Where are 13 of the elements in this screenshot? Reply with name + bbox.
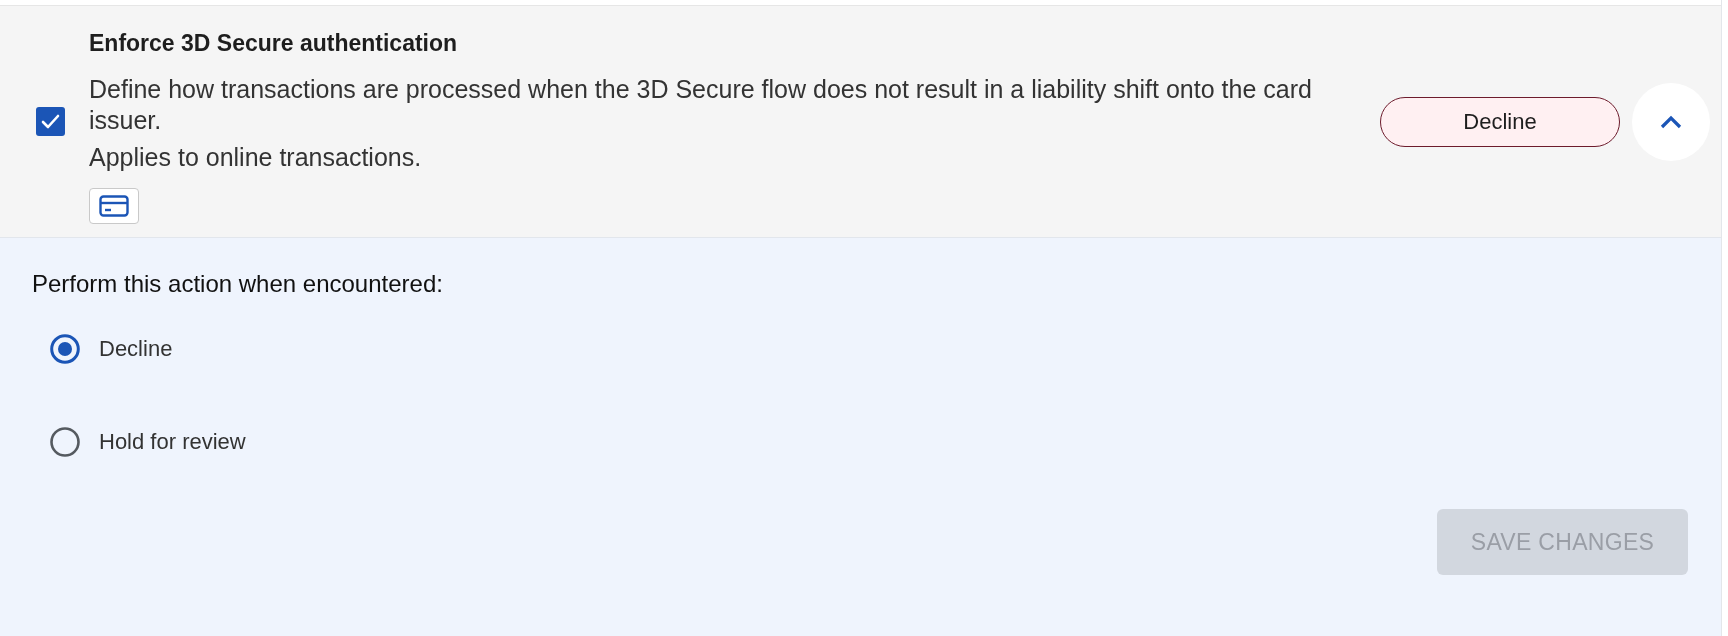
card-button[interactable] — [89, 188, 139, 224]
rule-title: Enforce 3D Secure authentication — [89, 29, 458, 58]
action-prompt: Perform this action when encountered: — [32, 272, 443, 296]
credit-card-icon — [99, 195, 129, 217]
option-label[interactable]: Decline — [99, 336, 173, 362]
action-chip: Decline — [1380, 96, 1620, 147]
radio-button[interactable] — [50, 334, 80, 364]
rule-description: Define how transactions are processed when the 3D Secure flow does not result in a liability shift onto the card issuer. — [89, 74, 1313, 136]
radio-button[interactable] — [50, 427, 80, 457]
chevron-up-icon — [1660, 114, 1682, 129]
option-label[interactable]: Hold for review — [99, 429, 246, 455]
rule-note: Applies to online transactions. — [89, 142, 422, 173]
checkbox[interactable] — [36, 107, 65, 136]
